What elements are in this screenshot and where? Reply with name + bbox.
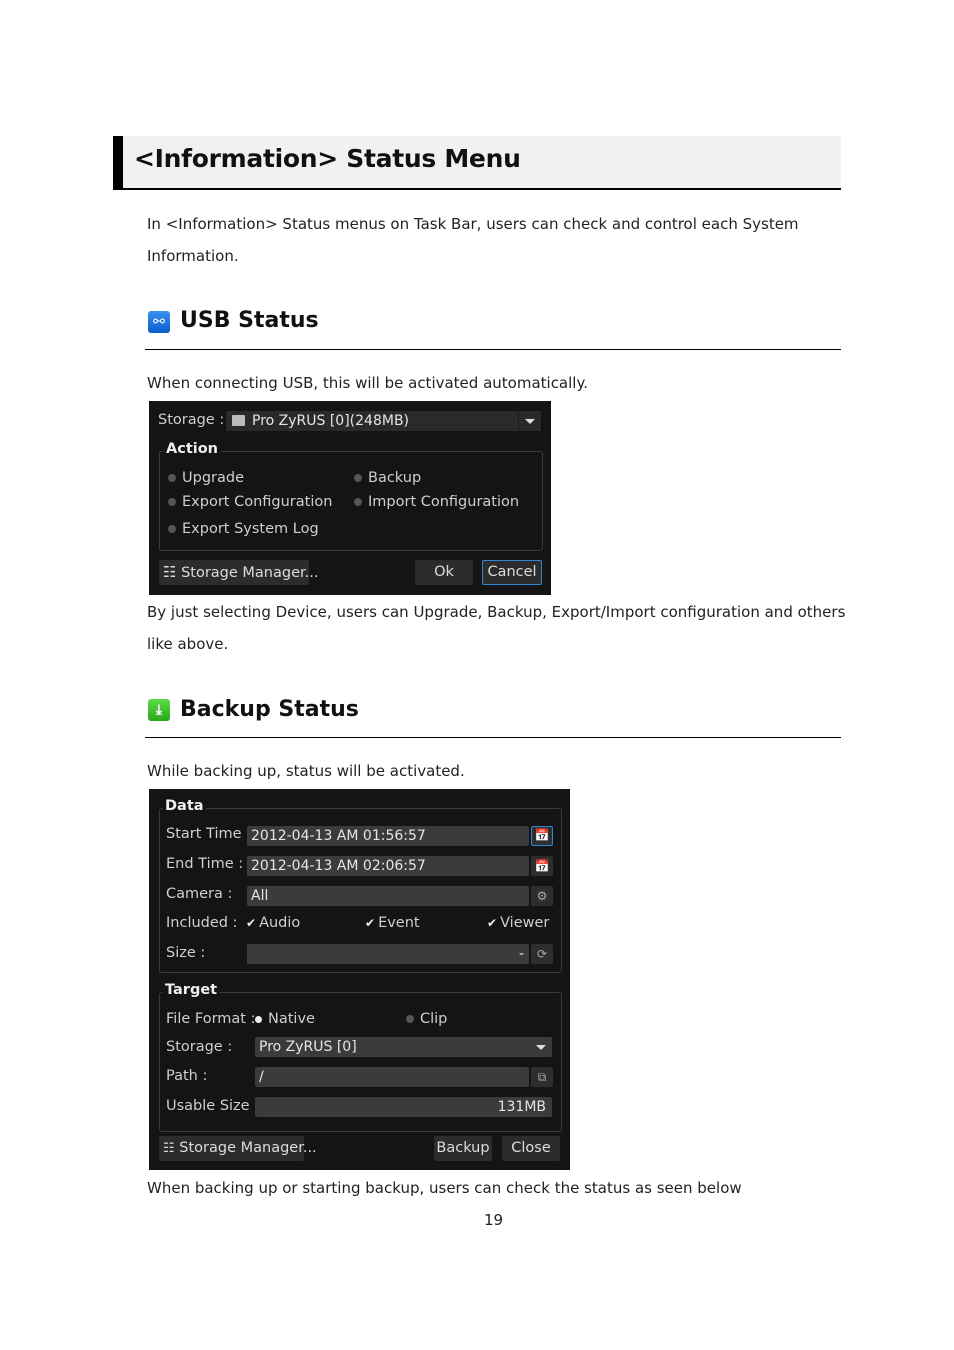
usb-description: When connecting USB, this will be activa… [147, 374, 588, 392]
intro-line-1: In <Information> Status menus on Task Ba… [147, 215, 799, 233]
backup-description: While backing up, status will be activat… [147, 762, 465, 780]
dropdown-button[interactable] [518, 411, 541, 431]
action-export-log-radio[interactable]: Export System Log [168, 521, 319, 537]
start-time-label: Start Time : [166, 826, 252, 842]
chevron-down-icon [525, 419, 535, 424]
included-label: Included : [166, 915, 238, 931]
usb-storage-label: Storage : [158, 412, 225, 428]
radio-dot-icon [168, 474, 176, 482]
usable-size-field: 131MB [255, 1097, 552, 1117]
calendar-clock-icon: 📅 [534, 859, 550, 873]
folder-browse-icon: ⧉ [537, 1070, 547, 1084]
radio-selected-icon [255, 1015, 262, 1023]
checkmark-icon: ✔ [246, 916, 257, 930]
action-import-config-radio[interactable]: Import Configuration [354, 494, 519, 510]
end-time-field[interactable]: 2012-04-13 AM 02:06:57 [247, 856, 529, 876]
intro-line-2: Information. [147, 247, 239, 265]
button-label: Storage Manager... [179, 1140, 317, 1156]
close-button[interactable]: Close [502, 1136, 560, 1161]
end-time-label: End Time : [166, 856, 244, 872]
file-format-clip-radio[interactable]: Clip [406, 1011, 447, 1027]
path-browse-button[interactable]: ⧉ [531, 1067, 553, 1087]
usb-drive-icon [232, 415, 245, 426]
refresh-icon: ⟳ [536, 947, 548, 961]
start-time-field[interactable]: 2012-04-13 AM 01:56:57 [247, 826, 529, 846]
checkbox-label: Event [378, 915, 420, 931]
data-group-title: Data [163, 798, 206, 814]
target-storage-label: Storage : [166, 1039, 233, 1055]
action-upgrade-radio[interactable]: Upgrade [168, 470, 244, 486]
backup-status-dialog: Data Start Time : 2012-04-13 AM 01:56:57… [149, 789, 570, 1170]
usb-storage-dropdown[interactable]: Pro ZyRUS [0](248MB) [226, 411, 541, 431]
usb-cancel-button[interactable]: Cancel [482, 560, 542, 585]
action-label: Upgrade [182, 470, 244, 486]
usb-section-divider [145, 349, 841, 350]
backup-status-heading: Backup Status [180, 697, 359, 722]
checkmark-icon: ✔ [365, 916, 376, 930]
radio-dot-icon [406, 1015, 414, 1023]
backup-storage-manager-button[interactable]: ☷ Storage Manager... [159, 1136, 317, 1161]
gear-icon: ⚙ [536, 889, 548, 903]
usb-after-line-1: By just selecting Device, users can Upgr… [147, 603, 846, 621]
file-format-native-radio[interactable]: Native [255, 1011, 315, 1027]
action-label: Export Configuration [182, 494, 333, 510]
action-group-title: Action [164, 441, 221, 457]
usb-storage-value: Pro ZyRUS [0](248MB) [252, 413, 410, 429]
action-label: Import Configuration [368, 494, 520, 510]
radio-label: Clip [420, 1011, 448, 1027]
radio-dot-icon [168, 498, 176, 506]
radio-dot-icon [354, 498, 362, 506]
include-audio-checkbox[interactable]: ✔ Audio [246, 915, 300, 931]
database-icon: ☷ [163, 563, 177, 581]
target-storage-dropdown[interactable]: Pro ZyRUS [0] [255, 1037, 552, 1057]
radio-dot-icon [168, 525, 176, 533]
usb-status-dialog: Storage : Pro ZyRUS [0](248MB) Action Up… [149, 401, 551, 595]
path-field[interactable]: / [255, 1067, 529, 1087]
include-event-checkbox[interactable]: ✔ Event [365, 915, 420, 931]
action-export-config-radio[interactable]: Export Configuration [168, 494, 332, 510]
backup-download-icon: ⤓ [148, 699, 170, 721]
end-time-calendar-button[interactable]: 📅 [531, 856, 553, 876]
size-field: - [247, 944, 529, 964]
camera-label: Camera : [166, 886, 233, 902]
file-format-label: File Format : [166, 1011, 256, 1027]
target-group-title: Target [163, 982, 220, 998]
start-time-calendar-button[interactable]: 📅 [531, 826, 553, 846]
camera-field[interactable]: All [247, 886, 529, 906]
usb-storage-manager-button[interactable]: ☷ Storage Manager... [159, 560, 318, 585]
action-label: Export System Log [182, 521, 319, 537]
page-title: <Information> Status Menu [134, 144, 521, 173]
backup-after-line: When backing up or starting backup, user… [147, 1179, 742, 1197]
chevron-down-icon[interactable] [536, 1045, 546, 1050]
backup-button[interactable]: Backup [434, 1136, 492, 1161]
camera-settings-button[interactable]: ⚙ [531, 886, 553, 906]
size-label: Size : [166, 945, 206, 961]
target-storage-value: Pro ZyRUS [0] [259, 1039, 357, 1055]
path-label: Path : [166, 1068, 208, 1084]
usb-after-line-2: like above. [147, 635, 229, 653]
backup-section-divider [145, 737, 841, 738]
title-accent-bar [113, 136, 123, 190]
action-label: Backup [368, 470, 422, 486]
radio-label: Native [268, 1011, 315, 1027]
action-backup-radio[interactable]: Backup [354, 470, 421, 486]
calendar-clock-icon: 📅 [534, 828, 550, 842]
database-icon: ☷ [163, 1141, 175, 1156]
page-number: 19 [484, 1211, 504, 1229]
usb-icon: ⚯ [148, 311, 170, 333]
usb-ok-button[interactable]: Ok [415, 560, 473, 585]
size-refresh-button[interactable]: ⟳ [531, 944, 553, 964]
button-label: Storage Manager... [181, 565, 319, 581]
radio-dot-icon [354, 474, 362, 482]
checkbox-label: Viewer [500, 915, 550, 931]
checkbox-label: Audio [259, 915, 301, 931]
include-viewer-checkbox[interactable]: ✔ Viewer [487, 915, 549, 931]
usable-size-label: Usable Size : [166, 1098, 260, 1114]
usb-status-heading: USB Status [180, 308, 319, 333]
section-title-bar: <Information> Status Menu [113, 136, 841, 190]
checkmark-icon: ✔ [487, 916, 498, 930]
